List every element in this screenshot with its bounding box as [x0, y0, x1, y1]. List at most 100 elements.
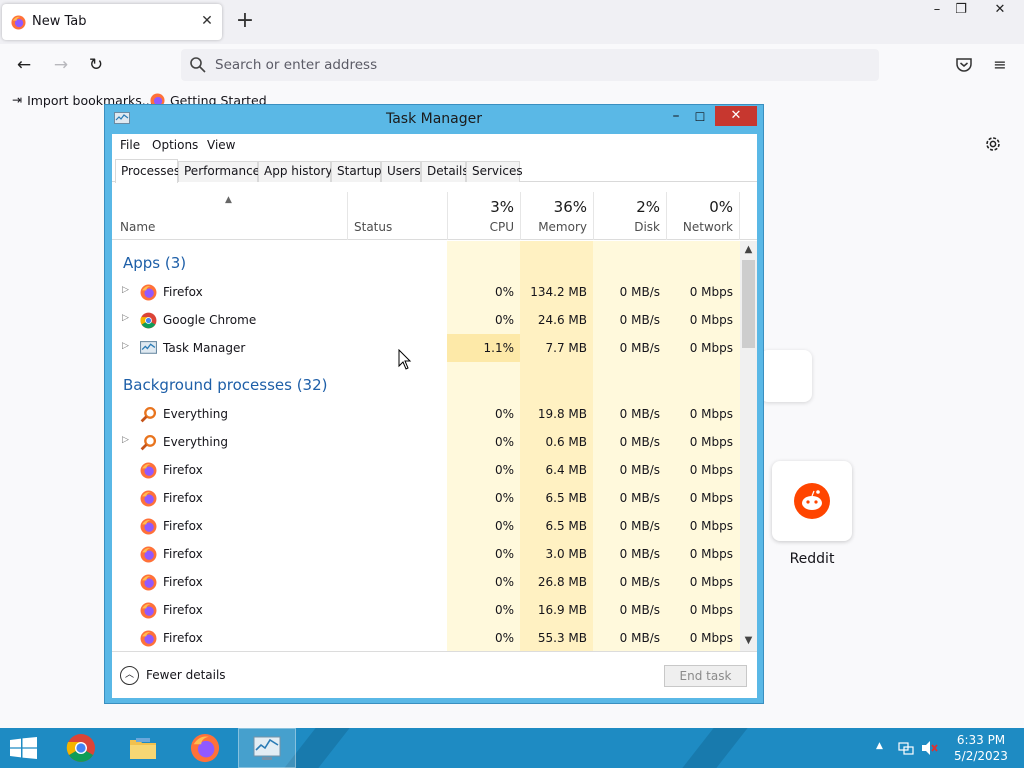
process-name: Firefox [163, 547, 203, 561]
disk-value: 0 MB/s [619, 313, 660, 327]
tab-services[interactable]: Services [466, 161, 523, 182]
process-name: Task Manager [163, 341, 246, 355]
process-row[interactable]: ▷ Google Chrome 0% 24.6 MB 0 MB/s 0 Mbps [112, 306, 740, 334]
task-manager-window: Task Manager – ☐ ✕ File Options View Pro… [104, 104, 764, 704]
tab-processes[interactable]: Processes [115, 159, 180, 183]
process-row[interactable]: Firefox 0% 16.9 MB 0 MB/s 0 Mbps [112, 596, 740, 624]
start-button[interactable] [0, 728, 48, 768]
back-arrow-icon[interactable]: ← [11, 53, 37, 77]
taskbar-chrome[interactable] [52, 728, 110, 768]
process-row[interactable]: Firefox 0% 26.8 MB 0 MB/s 0 Mbps [112, 568, 740, 596]
volume-muted-icon[interactable] [921, 740, 939, 756]
clock-date: 5/2/2023 [954, 749, 1008, 763]
menu-view[interactable]: View [207, 138, 235, 152]
vertical-scrollbar[interactable]: ▲ ▼ [740, 241, 757, 651]
taskbar-task-manager[interactable] [238, 728, 296, 768]
process-name: Firefox [163, 519, 203, 533]
footer: ︿ Fewer details End task [112, 651, 757, 698]
firefox-icon [11, 15, 26, 30]
process-row[interactable]: Firefox 0% 6.5 MB 0 MB/s 0 Mbps [112, 484, 740, 512]
browser-tab-new-tab[interactable]: New Tab ✕ [2, 4, 222, 40]
tab-details[interactable]: Details [421, 161, 469, 182]
memory-value: 0.6 MB [545, 435, 587, 449]
process-row[interactable]: ▷ Task Manager 1.1% 7.7 MB 0 MB/s 0 Mbps [112, 334, 740, 362]
firefox-icon [140, 602, 157, 619]
hamburger-menu-icon[interactable]: ≡ [987, 53, 1013, 77]
taskbar-file-explorer[interactable] [114, 728, 172, 768]
shortcut-tile[interactable] [760, 350, 812, 402]
fewer-details-link[interactable]: Fewer details [146, 668, 226, 682]
cpu-value: 0% [494, 631, 514, 645]
header-cpu[interactable]: CPU [448, 220, 514, 234]
expand-chevron-icon[interactable]: ▷ [122, 341, 129, 351]
network-icon[interactable] [898, 740, 914, 756]
maximize-button[interactable]: ☐ [687, 107, 713, 127]
chevron-up-icon[interactable]: ︿ [120, 666, 139, 685]
tab-performance[interactable]: Performance [178, 161, 260, 182]
task-manager-titlebar[interactable]: Task Manager – ☐ ✕ [105, 105, 763, 133]
new-tab-button[interactable]: + [234, 10, 256, 34]
group-header: Apps (3) [112, 248, 740, 276]
cpu-value: 0% [494, 407, 514, 421]
disk-value: 0 MB/s [619, 631, 660, 645]
minimize-button[interactable]: – [663, 107, 689, 127]
clock[interactable]: 6:33 PM 5/2/2023 [946, 732, 1016, 764]
network-value: 0 Mbps [689, 285, 733, 299]
menu-options[interactable]: Options [152, 138, 198, 152]
tab-app-history[interactable]: App history [258, 161, 333, 182]
process-row[interactable]: Firefox 0% 6.5 MB 0 MB/s 0 Mbps [112, 512, 740, 540]
sort-ascending-icon: ▲ [225, 195, 232, 205]
expand-chevron-icon[interactable]: ▷ [122, 435, 129, 445]
gear-icon[interactable] [983, 134, 1003, 154]
cpu-value: 0% [494, 285, 514, 299]
cpu-value: 0% [494, 519, 514, 533]
network-value: 0 Mbps [689, 547, 733, 561]
show-hidden-icons[interactable]: ▲ [876, 741, 883, 768]
scroll-down-icon[interactable]: ▼ [740, 634, 757, 648]
task-manager-icon [140, 341, 157, 354]
network-value: 0 Mbps [689, 631, 733, 645]
expand-chevron-icon[interactable]: ▷ [122, 285, 129, 295]
menu-file[interactable]: File [120, 138, 140, 152]
cpu-value: 0% [494, 491, 514, 505]
process-row[interactable]: ▷ Everything 0% 0.6 MB 0 MB/s 0 Mbps [112, 428, 740, 456]
taskbar: ▲ 6:33 PM 5/2/2023 [0, 728, 1024, 768]
network-value: 0 Mbps [689, 341, 733, 355]
browser-restore-button[interactable]: ❐ [946, 0, 976, 22]
process-row[interactable]: Firefox 0% 6.4 MB 0 MB/s 0 Mbps [112, 456, 740, 484]
header-disk[interactable]: Disk [594, 220, 660, 234]
header-network[interactable]: Network [667, 220, 733, 234]
tab-users[interactable]: Users [381, 161, 421, 182]
reload-icon[interactable]: ↻ [83, 53, 109, 77]
end-task-button[interactable]: End task [664, 665, 747, 687]
firefox-icon [140, 546, 157, 563]
address-bar[interactable]: Search or enter address [181, 49, 879, 81]
firefox-icon [140, 630, 157, 647]
expand-chevron-icon[interactable]: ▷ [122, 313, 129, 323]
process-row[interactable]: ▷ Firefox 0% 134.2 MB 0 MB/s 0 Mbps [112, 278, 740, 306]
shortcut-tile-reddit[interactable] [772, 461, 852, 541]
forward-arrow-icon[interactable]: → [48, 53, 74, 77]
header-memory[interactable]: Memory [521, 220, 587, 234]
tab-startup[interactable]: Startup [331, 161, 382, 182]
firefox-icon [140, 462, 157, 479]
header-name[interactable]: Name [120, 220, 155, 234]
process-row[interactable]: Everything 0% 19.8 MB 0 MB/s 0 Mbps [112, 400, 740, 428]
disk-value: 0 MB/s [619, 603, 660, 617]
cpu-value: 0% [494, 435, 514, 449]
cpu-value: 0% [494, 463, 514, 477]
browser-close-button[interactable]: ✕ [985, 0, 1015, 22]
header-status[interactable]: Status [354, 220, 392, 234]
scroll-thumb[interactable] [742, 260, 755, 348]
process-row[interactable]: Firefox 0% 3.0 MB 0 MB/s 0 Mbps [112, 540, 740, 568]
close-button[interactable]: ✕ [715, 106, 757, 126]
firefox-icon [190, 733, 220, 763]
pocket-icon[interactable] [955, 56, 973, 74]
close-tab-icon[interactable]: ✕ [198, 11, 216, 31]
process-name: Firefox [163, 285, 203, 299]
scroll-up-icon[interactable]: ▲ [740, 243, 757, 257]
firefox-icon [140, 490, 157, 507]
process-row[interactable]: Firefox 0% 55.3 MB 0 MB/s 0 Mbps [112, 624, 740, 651]
process-name: Firefox [163, 463, 203, 477]
taskbar-firefox[interactable] [176, 728, 234, 768]
